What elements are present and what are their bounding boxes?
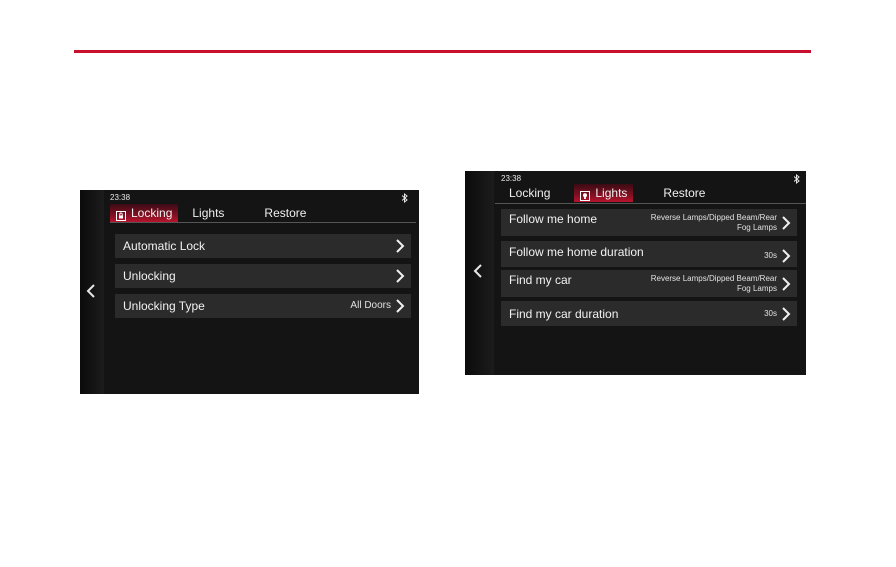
locking-screen: 23:38 Locking Lights Restore Automatic L…: [80, 190, 419, 394]
bluetooth-icon: [793, 173, 800, 186]
row-value: 30s: [764, 308, 777, 318]
tab-label: Restore: [264, 206, 307, 220]
row-value-line1: Reverse Lamps/Dipped Beam/Rear: [650, 212, 777, 222]
lights-screen: 23:38 Locking Lights Restore Follow me h…: [465, 171, 806, 375]
tab-label: Lights: [192, 206, 225, 220]
tab-divider: [495, 203, 806, 204]
row-value-line2: Fog Lamps: [736, 283, 777, 293]
row-label: Follow me home: [509, 212, 598, 226]
bluetooth-icon: [401, 192, 408, 205]
row-value: Reverse Lamps/Dipped Beam/Rear Fog Lamps: [651, 274, 777, 294]
tab-label: Locking: [131, 206, 173, 220]
row-label: Automatic Lock: [123, 239, 206, 253]
chevron-right-icon: [782, 306, 791, 321]
row-label: Follow me home duration: [509, 245, 644, 259]
lock-icon: [116, 208, 126, 221]
tab-label: Locking: [509, 186, 551, 200]
tab-divider: [110, 222, 416, 223]
row-label: Find my car: [509, 273, 572, 287]
bulb-icon: [580, 188, 591, 201]
tab-locking[interactable]: Locking: [503, 184, 556, 202]
back-button[interactable]: [473, 264, 483, 278]
chevron-right-icon: [396, 299, 405, 313]
chevron-right-icon: [396, 239, 405, 253]
tab-bar: Locking Lights Restore: [503, 184, 711, 202]
tab-restore[interactable]: Restore: [258, 204, 312, 222]
clock: 23:38: [501, 174, 522, 183]
chevron-right-icon: [782, 249, 791, 263]
row-automatic-lock[interactable]: Automatic Lock: [115, 234, 411, 258]
chevron-right-icon: [396, 269, 405, 283]
back-chevron-icon: [473, 264, 482, 278]
row-value: All Doors: [350, 300, 391, 311]
row-value-line1: Reverse Lamps/Dipped Beam/Rear: [650, 273, 777, 283]
tab-lights[interactable]: Lights: [574, 184, 634, 202]
tab-lights[interactable]: Lights: [186, 204, 230, 222]
row-find-my-car[interactable]: Find my car Reverse Lamps/Dipped Beam/Re…: [501, 270, 797, 297]
tab-locking[interactable]: Locking: [110, 204, 179, 222]
row-follow-me-home[interactable]: Follow me home Reverse Lamps/Dipped Beam…: [501, 209, 797, 236]
header-rule: [74, 50, 811, 53]
tab-label: Lights: [595, 186, 628, 200]
row-find-my-car-duration[interactable]: Find my car duration 30s: [501, 301, 797, 326]
back-chevron-icon: [86, 284, 95, 298]
row-unlocking-type[interactable]: Unlocking Type All Doors: [115, 294, 411, 318]
tab-restore[interactable]: Restore: [657, 184, 711, 202]
row-label: Unlocking Type: [123, 299, 205, 313]
row-follow-me-home-duration[interactable]: Follow me home duration 30s: [501, 241, 797, 267]
row-label: Find my car duration: [509, 306, 619, 321]
chevron-right-icon: [782, 276, 791, 291]
tab-label: Restore: [663, 186, 706, 200]
row-value: 30s: [764, 251, 777, 260]
row-unlocking[interactable]: Unlocking: [115, 264, 411, 288]
row-label: Unlocking: [123, 269, 176, 283]
chevron-right-icon: [782, 215, 791, 230]
row-value-line2: Fog Lamps: [736, 222, 777, 232]
row-value: Reverse Lamps/Dipped Beam/Rear Fog Lamps: [651, 213, 777, 233]
back-button[interactable]: [86, 284, 96, 298]
clock: 23:38: [110, 193, 131, 202]
tab-bar: Locking Lights Restore: [110, 204, 312, 222]
